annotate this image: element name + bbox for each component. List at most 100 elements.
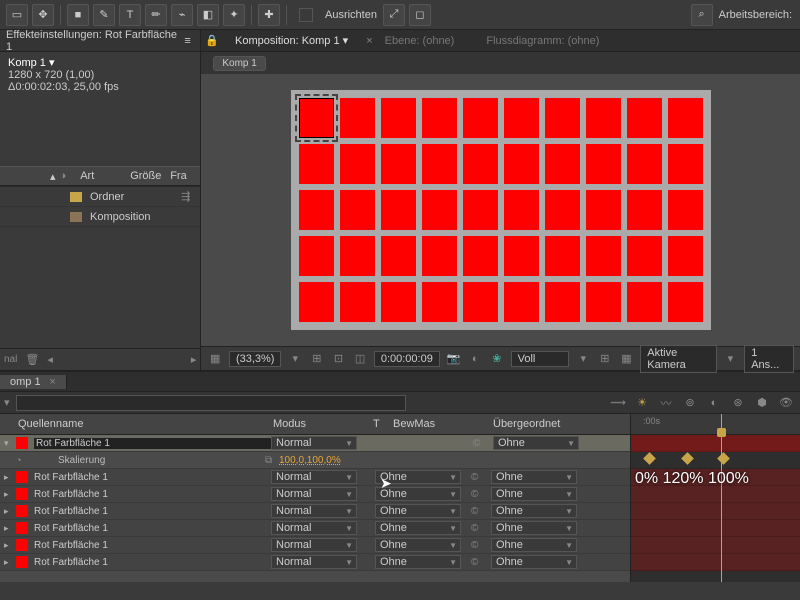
col-art[interactable]: Art xyxy=(80,170,130,182)
mode-dropdown[interactable]: Normal▼ xyxy=(271,436,357,450)
layer-name[interactable]: Rot Farbfläche 1 xyxy=(34,438,271,449)
roto-tool-icon[interactable]: ✦ xyxy=(223,4,245,26)
pen-tool-icon[interactable]: ✎ xyxy=(93,4,115,26)
eye-icon[interactable]: 👁 xyxy=(776,395,796,411)
next-icon[interactable]: ▸ xyxy=(191,353,197,366)
col-fr[interactable]: Fra xyxy=(170,170,187,182)
stopwatch-icon[interactable]: ◔ xyxy=(16,455,28,465)
mode-dropdown[interactable]: Normal▼ xyxy=(271,521,357,535)
layer-row[interactable]: ▸Rot Farbfläche 1Normal▼Ohne▼©Ohne▼ xyxy=(0,554,630,571)
graph-icon[interactable]: 〰 xyxy=(656,395,676,411)
playhead[interactable] xyxy=(721,414,722,582)
clone-tool-icon[interactable]: ⌁ xyxy=(171,4,193,26)
track-dropdown[interactable]: Ohne▼ xyxy=(375,504,461,518)
views-caret-icon[interactable]: ▾ xyxy=(723,351,739,367)
pin-tool-icon[interactable]: ✚ xyxy=(258,4,280,26)
close-icon[interactable]: × xyxy=(366,35,372,47)
prev-icon[interactable]: ◂ xyxy=(47,353,53,366)
guide1-icon[interactable]: ⊞ xyxy=(309,351,325,367)
twirl-icon[interactable]: ▾ xyxy=(4,438,16,449)
parent-dropdown[interactable]: Ohne▼ xyxy=(491,487,577,501)
scale-value[interactable]: 100,0,100,0% xyxy=(279,455,341,466)
col-parent[interactable]: Übergeordnet xyxy=(493,418,560,430)
snap-icon[interactable]: ⤢ xyxy=(383,4,405,26)
grid-cell-selected[interactable] xyxy=(299,98,334,138)
col-size[interactable]: Größe xyxy=(130,170,170,182)
project-item-folder[interactable]: Ordner ⇶ xyxy=(0,187,200,207)
shape-tool-icon[interactable]: ■ xyxy=(67,4,89,26)
pickwhip-icon[interactable]: © xyxy=(471,540,487,551)
pickwhip-icon[interactable]: © xyxy=(473,438,489,449)
exposure-icon[interactable]: ▾ xyxy=(575,351,591,367)
mode-dropdown[interactable]: Normal▼ xyxy=(271,470,357,484)
parent-dropdown[interactable]: Ohne▼ xyxy=(491,521,577,535)
sort-caret-icon[interactable]: ▴ xyxy=(50,170,56,183)
parent-dropdown[interactable]: Ohne▼ xyxy=(491,504,577,518)
search-icon[interactable]: ⌕ xyxy=(691,4,713,26)
col-sourcename[interactable]: Quellenname xyxy=(18,418,273,430)
mode-dropdown[interactable]: Normal▼ xyxy=(271,538,357,552)
layer-row[interactable]: ▸Rot Farbfläche 1Normal▼Ohne▼©Ohne▼ xyxy=(0,469,630,486)
zoom-dropdown[interactable]: (33,3%) xyxy=(229,351,282,367)
motion-blur-icon[interactable]: ◐ xyxy=(704,395,724,411)
panel-menu-icon[interactable]: ≡ xyxy=(181,34,195,48)
mode-dropdown[interactable]: Normal▼ xyxy=(271,555,357,569)
parent-dropdown[interactable]: Ohne▼ xyxy=(491,555,577,569)
col-mode[interactable]: Modus xyxy=(273,418,373,430)
pickwhip-icon[interactable]: © xyxy=(471,557,487,568)
pickwhip-icon[interactable]: © xyxy=(471,523,487,534)
close-icon[interactable]: × xyxy=(49,376,55,388)
layer-row[interactable]: ▸Rot Farbfläche 1Normal▼Ohne▼©Ohne▼ xyxy=(0,503,630,520)
comp-tab[interactable]: Komposition: Komp 1 ▾ xyxy=(231,34,352,47)
lock-icon[interactable]: 🔒 xyxy=(205,34,219,47)
blur-icon[interactable]: ⊚ xyxy=(680,395,700,411)
timecode-display[interactable]: 0:00:00:09 xyxy=(374,351,440,367)
snap2-icon[interactable]: ◻ xyxy=(409,4,431,26)
layer-row-selected[interactable]: ▾ Rot Farbfläche 1 Normal▼ © Ohne▼ xyxy=(0,435,630,452)
selection-tool-icon[interactable]: ▭ xyxy=(6,4,28,26)
layer-row[interactable]: ▸Rot Farbfläche 1Normal▼Ohne▼©Ohne▼ xyxy=(0,537,630,554)
property-row-scale[interactable]: ◔ Skalierung ⧉ 100,0,100,0% xyxy=(0,452,630,469)
text-tool-icon[interactable]: T xyxy=(119,4,141,26)
project-item-comp[interactable]: Komposition xyxy=(0,207,200,227)
3d-icon[interactable]: ⬢ xyxy=(752,395,772,411)
layer-row[interactable]: ▸Rot Farbfläche 1Normal▼Ohne▼©Ohne▼ xyxy=(0,486,630,503)
effects-tab[interactable]: Effekteinstellungen: Rot Farbfläche 1 xyxy=(6,29,181,53)
track-dropdown[interactable]: Ohne▼ xyxy=(375,487,461,501)
track-dropdown[interactable]: Ohne▼ xyxy=(375,521,461,535)
pickwhip-icon[interactable]: © xyxy=(471,472,487,483)
timeline-tab[interactable]: omp 1 × xyxy=(0,375,67,389)
pickwhip-icon[interactable]: © xyxy=(471,489,487,500)
eraser-tool-icon[interactable]: ◧ xyxy=(197,4,219,26)
col-t[interactable]: T xyxy=(373,418,393,430)
flowchart-tab[interactable]: Flussdiagramm: (ohne) xyxy=(486,35,599,47)
search-caret-icon[interactable]: ▾ xyxy=(4,396,10,409)
layer-tab[interactable]: Ebene: (ohne) xyxy=(385,35,455,47)
parent-dropdown[interactable]: Ohne▼ xyxy=(491,538,577,552)
3d-icon[interactable]: ▦ xyxy=(619,351,635,367)
trash-icon[interactable]: 🗑 xyxy=(25,353,39,366)
timeline-search-input[interactable] xyxy=(16,395,406,411)
parent-dropdown[interactable]: Ohne▼ xyxy=(491,470,577,484)
timeline-graph[interactable]: :00s 0% 120% 100% xyxy=(630,414,800,582)
channel-icon[interactable]: ◐ xyxy=(467,351,483,367)
grid-icon[interactable]: ▦ xyxy=(207,351,223,367)
transparency-icon[interactable]: ⊞ xyxy=(597,351,613,367)
layer-row[interactable]: ▸Rot Farbfläche 1Normal▼Ohne▼©Ohne▼ xyxy=(0,520,630,537)
camera-dropdown[interactable]: Aktive Kamera xyxy=(640,345,716,373)
flowchart-icon[interactable]: ⇶ xyxy=(181,190,190,203)
track-dropdown[interactable]: Ohne▼ xyxy=(375,555,461,569)
col-bewmas[interactable]: BewMas xyxy=(393,418,493,430)
mode-dropdown[interactable]: Normal▼ xyxy=(271,504,357,518)
track-dropdown[interactable]: Ohne▼ xyxy=(375,538,461,552)
hand-tool-icon[interactable]: ✥ xyxy=(32,4,54,26)
snap-checkbox[interactable] xyxy=(299,8,313,22)
views-dropdown[interactable]: 1 Ans... xyxy=(744,345,794,373)
mode-dropdown[interactable]: Normal▼ xyxy=(271,487,357,501)
color-icon[interactable]: ❀ xyxy=(489,351,505,367)
sun-icon[interactable]: ☀ xyxy=(632,395,652,411)
track-dropdown[interactable]: Ohne▼ xyxy=(375,470,461,484)
parent-dropdown[interactable]: Ohne▼ xyxy=(493,436,579,450)
brush-tool-icon[interactable]: ✏ xyxy=(145,4,167,26)
pickwhip-icon[interactable]: © xyxy=(471,506,487,517)
